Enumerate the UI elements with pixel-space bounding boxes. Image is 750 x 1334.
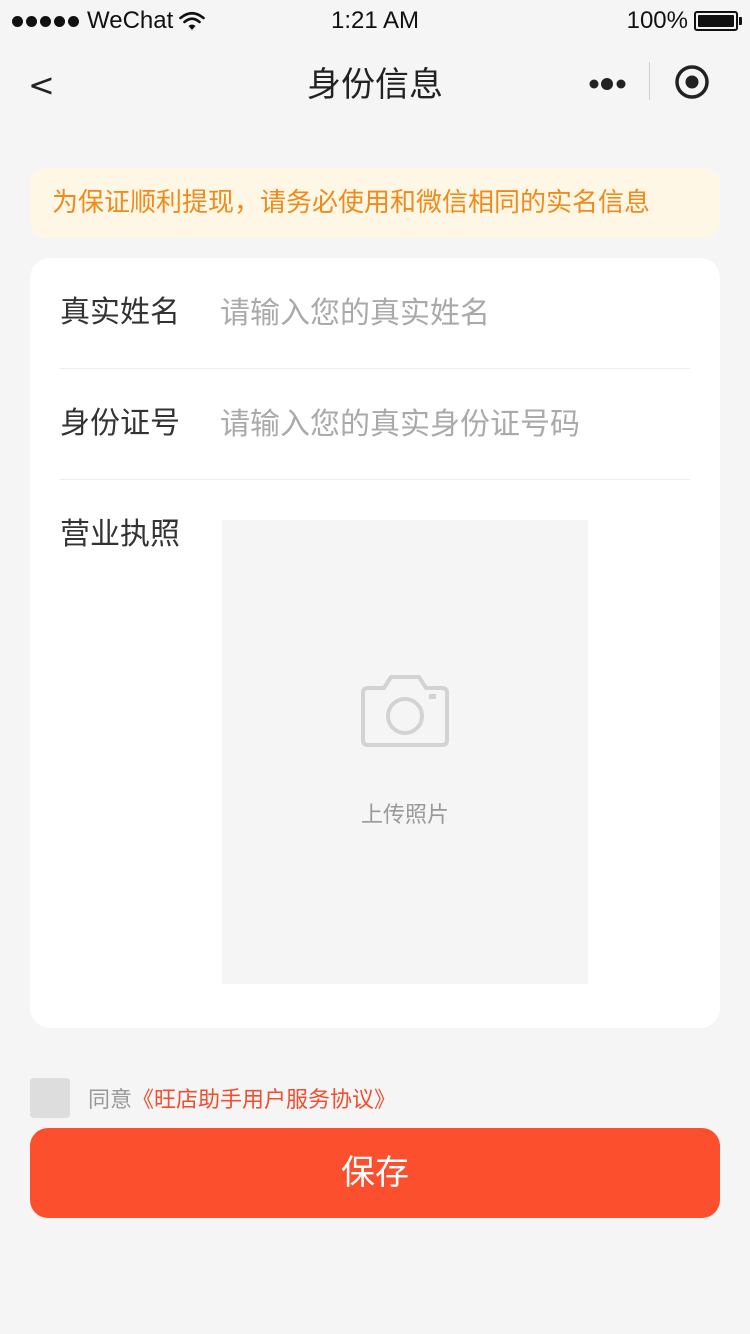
status-right: 100% [626, 4, 742, 38]
save-button[interactable]: 保存 [30, 1128, 720, 1218]
name-input[interactable] [220, 288, 680, 338]
name-label: 真实姓名 [60, 295, 180, 330]
agreement-prefix: 同意 [88, 1088, 133, 1113]
id-number-input[interactable] [220, 399, 680, 449]
status-bar: WeChat 1:21 AM 100% [0, 0, 750, 42]
page-title: 身份信息 [307, 65, 443, 105]
agreement-row: 同意 《旺店助手用户服务协议》 [30, 1078, 396, 1118]
upload-photo-label: 上传照片 [360, 803, 449, 828]
nav-bar: < 身份信息 [0, 42, 750, 130]
battery-icon [694, 11, 742, 31]
record-icon[interactable] [672, 62, 712, 102]
license-label: 营业执照 [60, 517, 180, 552]
row-divider [60, 479, 690, 480]
name-row: 真实姓名 [60, 258, 690, 368]
more-icon[interactable] [588, 72, 628, 96]
battery-percentage: 100% [626, 7, 688, 34]
notice-banner: 为保证顺利提现，请务必使用和微信相同的实名信息 [30, 168, 720, 238]
license-upload-box[interactable]: 上传照片 [222, 520, 588, 984]
agreement-link[interactable]: 《旺店助手用户服务协议》 [132, 1082, 396, 1114]
agreement-checkbox[interactable] [30, 1078, 70, 1118]
capsule-divider [649, 62, 650, 100]
form-card: 真实姓名 身份证号 营业执照 上传照片 [30, 258, 720, 1028]
id-number-row: 身份证号 [60, 369, 690, 479]
id-number-label: 身份证号 [60, 406, 180, 441]
camera-icon [361, 675, 449, 747]
